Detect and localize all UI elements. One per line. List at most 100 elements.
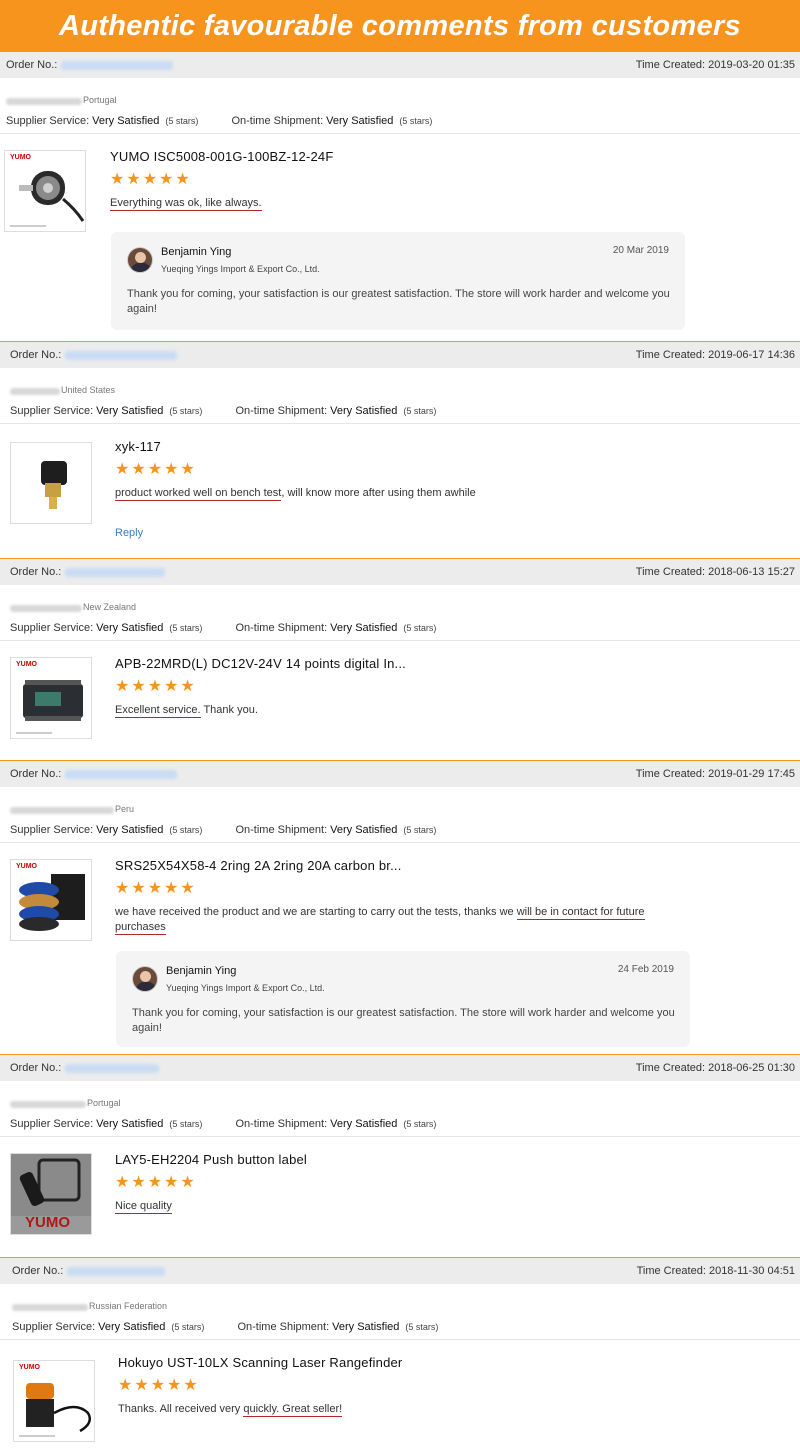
order-number-redacted — [61, 60, 174, 70]
product-title[interactable]: SRS25X54X58-4 2ring 2A 2ring 20A carbon … — [115, 858, 402, 873]
order-header: Order No.: Time Created: 2018-06-13 15:2… — [0, 559, 800, 585]
order-no-label: Order No.: — [10, 566, 62, 578]
reply-author-company: Yueqing Yings Import & Export Co., Ltd. — [161, 264, 320, 274]
highlighted-comment: product worked well on bench test — [115, 487, 282, 501]
shipment-stars: (5 stars) — [405, 1321, 439, 1332]
avatar — [132, 966, 158, 992]
star-icon: ★ — [115, 1174, 130, 1191]
star-rating: ★ ★ ★ ★ ★ — [115, 1175, 195, 1191]
star-icon: ★ — [150, 1377, 166, 1394]
yumo-logo: YUMO — [16, 661, 37, 668]
review-item: YUMO YUMO ISC5008-001G-100BZ-12-24F ★ ★ ★ ★… — [0, 134, 800, 342]
star-icon: ★ — [180, 678, 195, 695]
order-header: Order No.: Time Created: 2018-11-30 04:5… — [0, 1258, 800, 1284]
buyer-name-redacted — [10, 1101, 86, 1108]
product-title[interactable]: xyk-117 — [115, 439, 161, 454]
rating-row: Supplier Service: Very Satisfied (5 stars)… — [0, 817, 800, 843]
buyer-info: United States — [0, 368, 800, 398]
review-item: YUMO Hokuyo UST-10LX Scanning Laser Rang… — [0, 1340, 800, 1454]
review-comment: Everything was ok, like always. — [110, 196, 670, 211]
buyer-country: United States — [61, 385, 116, 395]
reply-author-name: Benjamin Ying — [161, 246, 232, 258]
star-rating: ★ ★ ★ ★ ★ — [118, 1378, 198, 1394]
buyer-name-redacted — [6, 98, 82, 105]
buyer-info: Portugal — [0, 78, 800, 108]
star-rating: ★ ★ ★ ★ ★ — [115, 679, 195, 695]
star-icon: ★ — [164, 1174, 179, 1191]
yumo-logo: YUMO — [10, 154, 31, 161]
order-card: Order No.: Time Created: 2019-01-29 17:4… — [0, 760, 800, 1055]
star-icon: ★ — [167, 1377, 182, 1394]
order-number-redacted — [67, 1266, 166, 1276]
order-no-label: Order No.: — [12, 1265, 64, 1277]
order-no-label: Order No.: — [10, 768, 62, 780]
time-created-value: 2019-03-20 01:35 — [708, 59, 795, 71]
supplier-service-label: Supplier Service: — [10, 1117, 94, 1130]
buyer-country: New Zealand — [83, 602, 137, 612]
reply-text: Thank you for coming, your satisfaction … — [132, 1007, 675, 1034]
buyer-info: Portugal — [0, 1081, 800, 1111]
shipment-value: Very Satisfied — [330, 823, 398, 836]
shipment-value: Very Satisfied — [330, 1117, 398, 1130]
review-comment: product worked well on bench test, will … — [115, 486, 675, 501]
time-created-label: Time Created: — [636, 1265, 706, 1277]
highlighted-comment: Everything was ok, like always. — [110, 197, 262, 211]
supplier-service-label: Supplier Service: — [10, 404, 94, 417]
product-title[interactable]: LAY5-EH2204 Push button label — [115, 1152, 307, 1167]
shipment-label: On-time Shipment: — [235, 823, 328, 836]
highlighted-comment: quickly. Great seller! — [243, 1403, 343, 1417]
star-icon: ★ — [147, 678, 163, 695]
product-title[interactable]: Hokuyo UST-10LX Scanning Laser Rangefind… — [118, 1355, 402, 1370]
star-rating: ★ ★ ★ ★ ★ — [115, 881, 195, 897]
buyer-name-redacted — [10, 605, 82, 612]
star-icon: ★ — [159, 171, 174, 188]
pressure-switch-icon — [41, 461, 67, 509]
star-icon: ★ — [147, 461, 163, 478]
shipment-label: On-time Shipment: — [235, 404, 328, 417]
buyer-country: Peru — [115, 804, 135, 814]
plc-module-icon — [23, 680, 83, 721]
highlighted-comment: Nice quality — [115, 1200, 172, 1214]
order-number-redacted — [65, 350, 178, 360]
yumo-logo: YUMO — [19, 1364, 40, 1371]
product-thumbnail[interactable] — [10, 442, 92, 524]
product-thumbnail[interactable]: YUMO — [4, 150, 86, 232]
shipment-stars: (5 stars) — [403, 622, 437, 633]
buyer-info: Peru — [0, 787, 800, 817]
buyer-name-redacted — [10, 807, 114, 814]
order-header: Order No.: Time Created: 2019-01-29 17:4… — [0, 761, 800, 787]
product-title[interactable]: YUMO ISC5008-001G-100BZ-12-24F — [110, 149, 333, 164]
shipment-label: On-time Shipment: — [231, 114, 324, 127]
review-item: YUMO LAY5-EH2204 Push button label ★ ★ ★ ★ ★… — [0, 1137, 800, 1254]
product-thumbnail[interactable]: YUMO — [10, 1153, 92, 1235]
shipment-label: On-time Shipment: — [237, 1320, 330, 1333]
order-card: Order No.: Time Created: 2018-06-25 01:3… — [0, 1054, 800, 1254]
shipment-label: On-time Shipment: — [235, 621, 328, 634]
reply-link[interactable]: Reply — [115, 527, 143, 539]
shipment-value: Very Satisfied — [332, 1320, 400, 1333]
review-comment: Thanks. All received very quickly. Great… — [118, 1402, 678, 1417]
order-header: Order No.: Time Created: 2019-06-17 14:3… — [0, 342, 800, 368]
supplier-service-stars: (5 stars) — [169, 824, 203, 835]
product-title[interactable]: APB-22MRD(L) DC12V-24V 14 points digital… — [115, 656, 406, 671]
time-created-label: Time Created: — [635, 566, 706, 578]
supplier-service-stars: (5 stars) — [169, 622, 203, 633]
product-thumbnail[interactable]: YUMO — [13, 1360, 95, 1442]
review-comment: Excellent service. Thank you. — [115, 703, 675, 718]
highlighted-comment: Excellent service. — [115, 704, 201, 718]
product-thumbnail[interactable]: YUMO — [10, 859, 92, 941]
order-number-redacted — [65, 769, 178, 779]
time-created-value: 2018-11-30 04:51 — [708, 1265, 795, 1277]
time-created-value: 2018-06-25 01:30 — [708, 1062, 795, 1074]
time-created-value: 2018-06-13 15:27 — [708, 566, 795, 578]
reply-date: 24 Feb 2019 — [617, 964, 674, 975]
encoder-icon — [19, 171, 85, 222]
supplier-service-stars: (5 stars) — [169, 1118, 203, 1129]
star-icon: ★ — [131, 678, 146, 695]
order-header: Order No.: Time Created: 2019-03-20 01:3… — [0, 52, 800, 78]
product-thumbnail[interactable]: YUMO — [10, 657, 92, 739]
supplier-service-value: Very Satisfied — [96, 404, 164, 417]
supplier-service-stars: (5 stars) — [169, 405, 203, 416]
shipment-value: Very Satisfied — [326, 114, 394, 127]
star-icon: ★ — [164, 880, 179, 897]
